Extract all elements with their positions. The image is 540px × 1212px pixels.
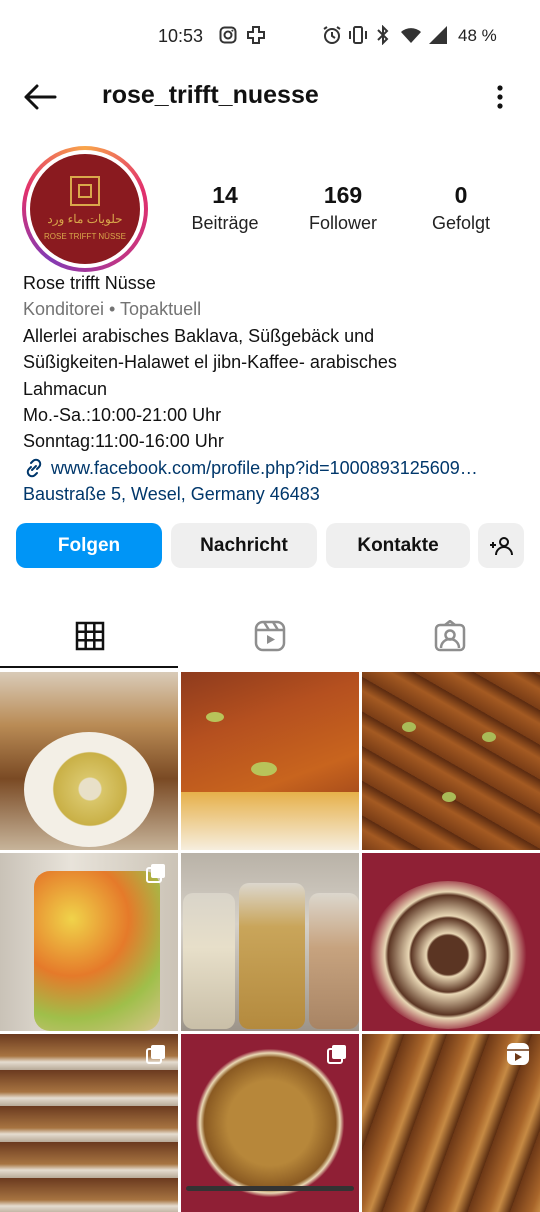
bio-line: Lahmacun bbox=[23, 378, 108, 399]
signal-icon bbox=[427, 24, 449, 46]
more-vertical-icon bbox=[497, 85, 503, 109]
stat-following-label: Gefolgt bbox=[431, 213, 491, 233]
home-indicator bbox=[186, 1186, 354, 1191]
profile-tabs bbox=[0, 606, 540, 668]
grid-post[interactable] bbox=[181, 672, 359, 850]
grid-icon bbox=[75, 621, 105, 651]
multiple-images-icon bbox=[327, 1045, 346, 1064]
contacts-button[interactable]: Kontakte bbox=[326, 523, 470, 568]
battery-percent: 48 % bbox=[458, 26, 497, 45]
page-title: rose_trifft_nuesse bbox=[102, 81, 319, 109]
follow-button[interactable]: Folgen bbox=[16, 523, 162, 568]
stat-followers-value: 169 bbox=[323, 182, 363, 208]
multiple-images-icon bbox=[146, 1045, 165, 1064]
back-button[interactable] bbox=[20, 80, 60, 114]
avatar-latin-text: ROSE TRIFFT NÜSSE bbox=[44, 232, 126, 241]
grid-post[interactable] bbox=[362, 672, 540, 850]
grid-post[interactable] bbox=[362, 1034, 540, 1212]
avatar-logo: حلويات ماء ورد ROSE TRIFFT NÜSSE bbox=[30, 154, 140, 264]
profile-link-text: www.facebook.com/profile.php?id=10008931… bbox=[51, 457, 478, 478]
message-button[interactable]: Nachricht bbox=[171, 523, 317, 568]
bluetooth-icon bbox=[375, 24, 391, 46]
wifi-icon bbox=[399, 24, 423, 46]
profile-name: Rose trifft Nüsse bbox=[23, 273, 156, 293]
stat-posts[interactable]: 14 Beiträge bbox=[170, 182, 280, 234]
medical-icon bbox=[246, 24, 266, 46]
stat-posts-label: Beiträge bbox=[191, 213, 259, 233]
avatar-arabic-text: حلويات ماء ورد bbox=[47, 212, 123, 226]
vibrate-icon bbox=[348, 24, 368, 46]
tab-reels[interactable] bbox=[180, 606, 360, 666]
multiple-images-icon bbox=[146, 864, 165, 883]
logo-mark-icon bbox=[70, 176, 100, 206]
link-icon bbox=[26, 458, 42, 478]
add-person-icon bbox=[490, 536, 513, 555]
grid-post[interactable] bbox=[0, 672, 178, 850]
tagged-icon bbox=[434, 620, 466, 652]
status-time: 10:53 bbox=[158, 26, 204, 46]
profile-header: rose_trifft_nuesse bbox=[0, 72, 540, 122]
profile-bio: Rose trifft Nüsse Konditorei • Topaktuel… bbox=[23, 270, 523, 508]
bio-line: Mo.-Sa.:10:00-21:00 Uhr bbox=[23, 405, 222, 426]
instagram-icon bbox=[218, 24, 238, 46]
alarm-icon bbox=[321, 24, 343, 46]
arrow-left-icon bbox=[24, 84, 57, 110]
stat-posts-value: 14 bbox=[212, 182, 238, 208]
stat-followers[interactable]: 169 Follower bbox=[288, 182, 398, 234]
bio-line: Süßigkeiten-Halawet el jibn-Kaffee- arab… bbox=[23, 352, 397, 373]
profile-address[interactable]: Baustraße 5, Wesel, Germany 46483 bbox=[23, 481, 523, 507]
grid-post[interactable] bbox=[0, 1034, 178, 1212]
grid-post[interactable] bbox=[362, 853, 540, 1031]
bio-line: Allerlei arabisches Baklava, Süßgebäck u… bbox=[23, 325, 375, 346]
more-options-button[interactable] bbox=[490, 80, 510, 114]
tab-tagged[interactable] bbox=[360, 606, 540, 666]
stat-following[interactable]: 0 Gefolgt bbox=[406, 182, 516, 234]
active-tab-indicator bbox=[0, 666, 178, 668]
stat-followers-label: Follower bbox=[308, 213, 378, 233]
avatar[interactable]: حلويات ماء ورد ROSE TRIFFT NÜSSE bbox=[22, 146, 148, 272]
grid-post[interactable] bbox=[181, 853, 359, 1031]
suggest-users-button[interactable] bbox=[478, 523, 524, 568]
stat-following-value: 0 bbox=[454, 182, 468, 208]
reels-icon bbox=[254, 620, 286, 652]
status-bar: 10:53 48 % bbox=[0, 0, 540, 72]
reels-icon bbox=[507, 1043, 529, 1065]
grid-post[interactable] bbox=[0, 853, 178, 1031]
tab-posts[interactable] bbox=[0, 606, 180, 666]
bio-line: Sonntag:11:00-16:00 Uhr bbox=[23, 431, 224, 452]
profile-link[interactable]: www.facebook.com/profile.php?id=10008931… bbox=[23, 455, 523, 481]
profile-category: Konditorei • Topaktuell bbox=[23, 299, 202, 320]
